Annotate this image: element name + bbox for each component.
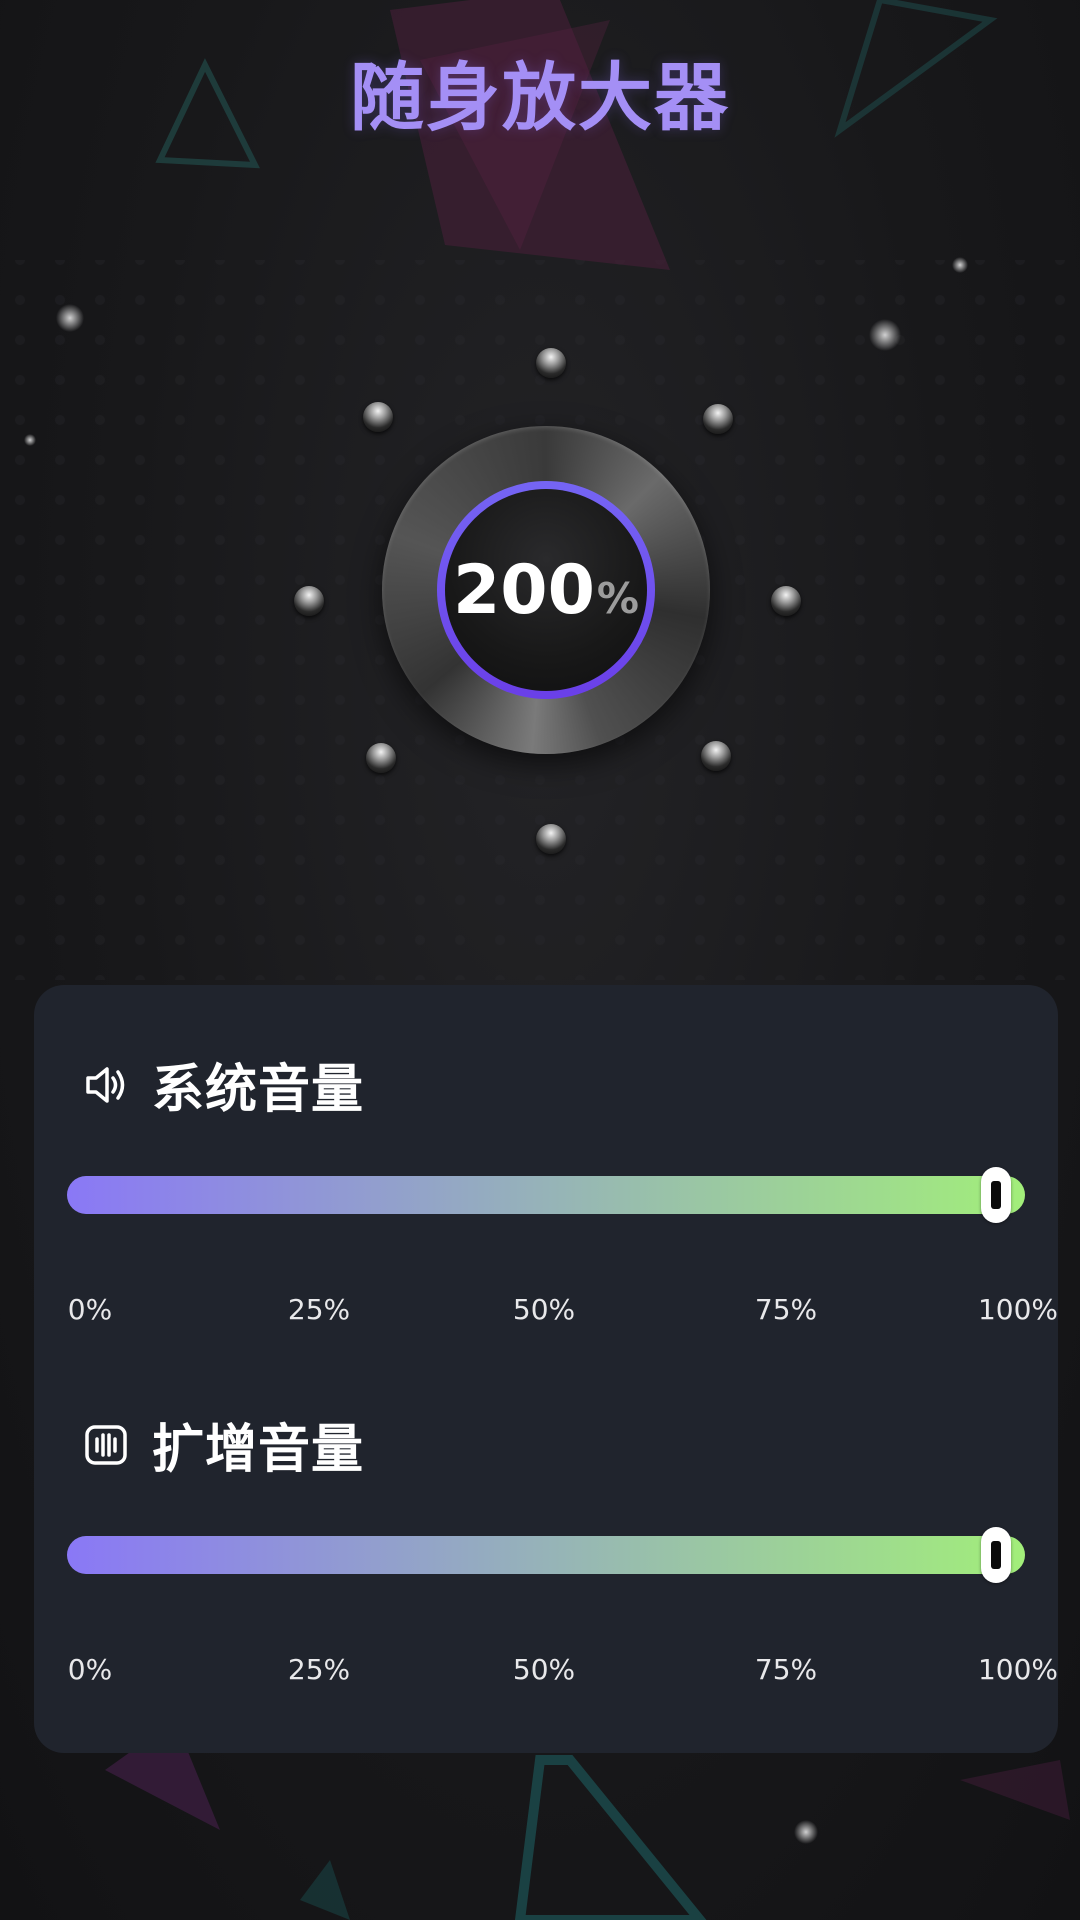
amplifier-readout: 200 % xyxy=(445,489,647,691)
system-volume-thumb[interactable] xyxy=(981,1167,1012,1223)
dial-marker xyxy=(703,404,733,434)
dial-marker xyxy=(536,348,566,378)
tick-label: 50% xyxy=(512,1653,576,1686)
tick-label: 75% xyxy=(754,1653,818,1686)
dial-marker xyxy=(363,402,393,432)
boost-volume-header: 扩增音量 xyxy=(82,1407,364,1482)
amplifier-knob[interactable]: 200 % xyxy=(382,426,710,754)
boost-volume-slider[interactable] xyxy=(67,1527,1025,1583)
app-screen: 随身放大器 200 % 系统音量 0% 25% 50% 75% 100% 扩增音… xyxy=(0,0,1080,1920)
tick-label: 100% xyxy=(977,1653,1059,1686)
tick-label: 25% xyxy=(287,1653,351,1686)
dial-marker xyxy=(294,586,324,616)
system-volume-fill xyxy=(67,1176,1025,1214)
system-volume-label: 系统音量 xyxy=(152,1060,365,1120)
app-title: 随身放大器 xyxy=(350,55,730,141)
dial-marker xyxy=(771,586,801,616)
dial-marker xyxy=(366,743,396,773)
boost-volume-ticks: 0% 25% 50% 75% 100% xyxy=(67,1653,1058,1689)
tick-label: 25% xyxy=(287,1293,351,1326)
boost-volume-label: 扩增音量 xyxy=(152,1420,365,1480)
tick-label: 50% xyxy=(512,1293,576,1326)
amplifier-dial: 200 % xyxy=(0,330,1080,870)
amplifier-value: 200 xyxy=(452,550,595,630)
volume-panel: 系统音量 0% 25% 50% 75% 100% 扩增音量 0% 25% 50%… xyxy=(34,985,1058,1753)
boost-volume-fill xyxy=(67,1536,1025,1574)
speaker-icon xyxy=(86,1066,125,1103)
tick-label: 0% xyxy=(67,1293,113,1326)
tick-label: 75% xyxy=(754,1293,818,1326)
amplifier-ring: 200 % xyxy=(437,481,655,699)
dial-marker xyxy=(536,824,566,854)
boost-volume-thumb[interactable] xyxy=(981,1527,1012,1583)
system-volume-slider[interactable] xyxy=(67,1167,1025,1223)
tick-label: 100% xyxy=(977,1293,1059,1326)
dial-marker xyxy=(701,741,731,771)
tick-label: 0% xyxy=(67,1653,113,1686)
system-volume-header: 系统音量 xyxy=(82,1047,364,1122)
sound-wave-icon xyxy=(85,1424,127,1465)
system-volume-ticks: 0% 25% 50% 75% 100% xyxy=(67,1293,1058,1329)
amplifier-unit: % xyxy=(596,573,640,623)
